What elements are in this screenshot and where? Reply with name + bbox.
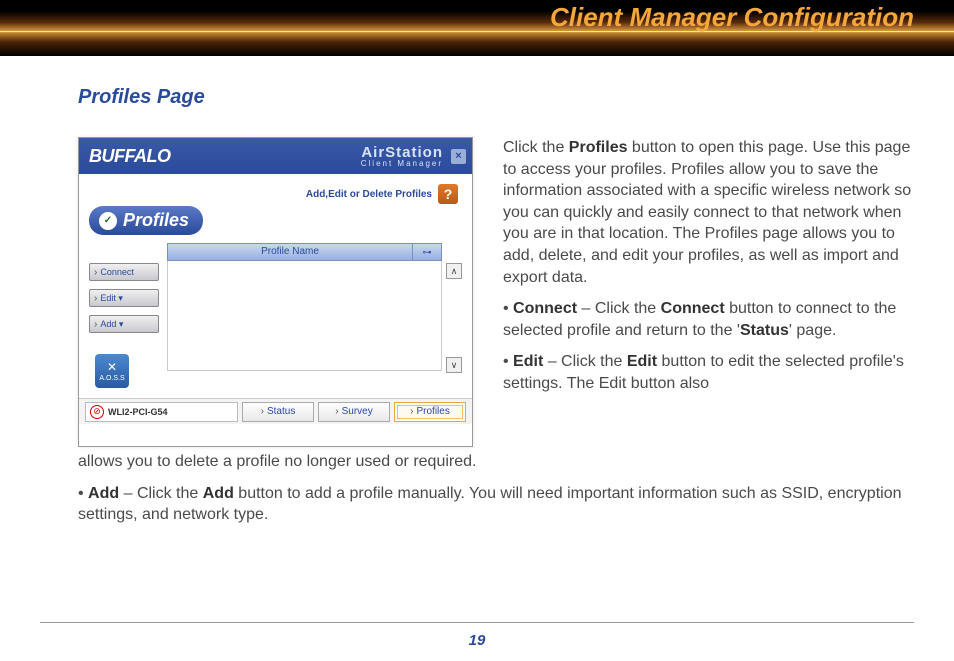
- edit-button[interactable]: Edit ▾: [89, 289, 159, 307]
- adapter-display[interactable]: ⊘ WLI2-PCI-G54: [85, 402, 238, 422]
- app-screenshot: BUFFALO AirStation Client Manager × Add,…: [78, 137, 473, 447]
- help-icon[interactable]: ?: [438, 184, 458, 204]
- continuation-text: allows you to delete a profile no longer…: [78, 451, 914, 526]
- bottom-bar: ⊘ WLI2-PCI-G54 Status Survey Profiles: [79, 398, 472, 424]
- app-titlebar: BUFFALO AirStation Client Manager ×: [79, 138, 472, 174]
- profiles-pill-label: Profiles: [123, 210, 189, 231]
- header-title: Client Manager Configuration: [550, 2, 914, 33]
- check-icon: ✓: [99, 212, 117, 230]
- col-profile-name: Profile Name: [168, 244, 413, 260]
- tab-survey[interactable]: Survey: [318, 402, 390, 422]
- table-header: Profile Name ⊶: [167, 243, 442, 261]
- aoss-icon[interactable]: ✕ A.O.S.S: [95, 354, 129, 388]
- connect-button[interactable]: Connect: [89, 263, 159, 281]
- airstation-label: AirStation: [361, 145, 443, 160]
- sub-brand: AirStation Client Manager ×: [361, 145, 466, 168]
- add-button[interactable]: Add ▾: [89, 315, 159, 333]
- col-lock-icon: ⊶: [413, 244, 441, 260]
- scroll-down-icon[interactable]: ∨: [446, 357, 462, 373]
- scroll-up-icon[interactable]: ∧: [446, 263, 462, 279]
- profiles-pill: ✓ Profiles: [89, 206, 203, 235]
- section-title: Profiles Page: [78, 86, 914, 109]
- close-icon[interactable]: ×: [451, 149, 466, 164]
- adapter-status-icon: ⊘: [90, 405, 104, 419]
- tab-profiles[interactable]: Profiles: [394, 402, 466, 422]
- description-text: Click the Profiles button to open this p…: [503, 137, 914, 395]
- panel-subtitle: Add,Edit or Delete Profiles: [306, 189, 432, 200]
- client-manager-label: Client Manager: [361, 160, 443, 168]
- page-number: 19: [0, 632, 954, 649]
- tab-status[interactable]: Status: [242, 402, 314, 422]
- brand-logo: BUFFALO: [89, 146, 171, 167]
- profile-list[interactable]: [167, 261, 442, 371]
- header-bar: Client Manager Configuration: [0, 0, 954, 56]
- footer-rule: [40, 622, 914, 623]
- content-area: Profiles Page BUFFALO AirStation Client …: [0, 56, 954, 526]
- adapter-name: WLI2-PCI-G54: [108, 407, 168, 417]
